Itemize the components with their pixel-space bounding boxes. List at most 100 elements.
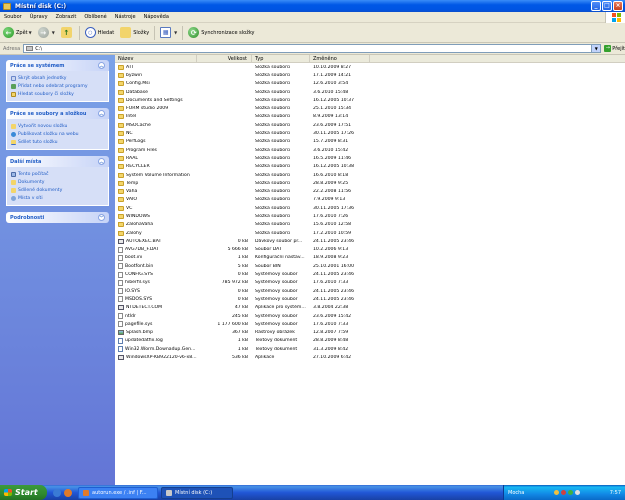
up-button[interactable]: ↑ bbox=[58, 25, 77, 41]
file-name-cell[interactable]: hiberfil.sys bbox=[115, 279, 197, 286]
file-row[interactable]: Win32.Worm.Downadup.Gen... 1 kB Textový do… bbox=[115, 345, 625, 353]
file-name-cell[interactable]: Intel bbox=[115, 114, 197, 120]
chevron-down-icon[interactable]: ▼ bbox=[29, 30, 32, 35]
file-row[interactable]: hiberfil.sys 785 972 kB Systémový soubor 17… bbox=[115, 279, 625, 287]
go-button[interactable]: → Přejít bbox=[604, 45, 625, 52]
file-row[interactable]: VC Složka souborů 30.11.2005 17:36 bbox=[115, 204, 625, 212]
file-row[interactable]: AUTOEXEC.BAT 0 kB Dávkový soubor pr... 24.1… bbox=[115, 237, 625, 245]
clock[interactable]: 7:57 bbox=[610, 490, 621, 496]
file-row[interactable]: Vaha Složka souborů 22.2.2008 11:56 bbox=[115, 187, 625, 195]
file-name-cell[interactable]: ntldr bbox=[115, 313, 197, 320]
file-name-cell[interactable]: Bootfont.bin bbox=[115, 263, 197, 270]
chevron-down-icon[interactable]: ▼ bbox=[52, 30, 55, 35]
close-button[interactable]: × bbox=[613, 1, 623, 11]
chevron-down-icon[interactable]: ▼ bbox=[174, 30, 177, 35]
column-size[interactable]: Velikost bbox=[197, 55, 252, 62]
place-my-computer[interactable]: Tento počítač bbox=[11, 170, 104, 178]
file-name-cell[interactable]: ATI bbox=[115, 64, 197, 70]
file-name-cell[interactable]: pagefile.sys bbox=[115, 321, 197, 328]
title-bar[interactable]: Místní disk (C:) _ □ × bbox=[0, 0, 625, 12]
file-row[interactable]: ZalohaVaha Složka souborů 15.6.2010 12:58 bbox=[115, 221, 625, 229]
search-button[interactable]: ○ Hledat bbox=[82, 25, 117, 41]
folders-button[interactable]: Složky bbox=[117, 25, 152, 41]
file-row[interactable]: Temp Složka souborů 28.8.2009 9:25 bbox=[115, 179, 625, 187]
file-row[interactable]: pagefile.sys 1 177 600 kB Systémový soubor… bbox=[115, 320, 625, 328]
menu-view[interactable]: Zobrazit bbox=[52, 14, 81, 20]
views-button[interactable]: ▦ ▼ bbox=[157, 25, 180, 41]
file-row[interactable]: CONFIG.SYS 0 kB Systémový soubor 24.11.2005… bbox=[115, 270, 625, 278]
collapse-chevron-icon[interactable]: ︽ bbox=[98, 62, 105, 69]
start-button[interactable]: Start bbox=[0, 485, 47, 500]
panel-header[interactable]: Práce se systémem ︽ bbox=[6, 60, 109, 71]
file-row[interactable]: NTDETECT.COM 47 kB Aplikace pro systém... 3… bbox=[115, 304, 625, 312]
address-input[interactable]: C:\ ▼ bbox=[23, 44, 602, 53]
file-name-cell[interactable]: MSOCache bbox=[115, 122, 197, 128]
file-name-cell[interactable]: RAAL bbox=[115, 155, 197, 161]
file-row[interactable]: ntldr 245 kB Systémový soubor 23.6.2009 15:… bbox=[115, 312, 625, 320]
file-name-cell[interactable]: Documents and Settings bbox=[115, 97, 197, 103]
place-shared-documents[interactable]: Sdílené dokumenty bbox=[11, 186, 104, 194]
expand-chevron-icon[interactable]: ︾ bbox=[98, 214, 105, 221]
file-row[interactable]: Program Files Složka souborů 3.6.2010 15:4… bbox=[115, 146, 625, 154]
file-row[interactable]: PerfLogs Složka souborů 15.7.2009 8:31 bbox=[115, 138, 625, 146]
column-type[interactable]: Typ bbox=[252, 55, 310, 62]
file-row[interactable]: Bootfont.bin 5 kB Soubor BIN 25.10.2001 16:… bbox=[115, 262, 625, 270]
file-row[interactable]: WINDOWS Složka souborů 17.6.2010 7:26 bbox=[115, 212, 625, 220]
task-share-folder[interactable]: Sdílet tuto složku bbox=[11, 138, 104, 146]
file-row[interactable]: ATI Složka souborů 10.10.2009 8:27 bbox=[115, 63, 625, 71]
taskbar-task-local-disk[interactable]: Místní disk (C:) bbox=[161, 486, 233, 499]
address-dropdown-button[interactable]: ▼ bbox=[591, 45, 601, 52]
file-name-cell[interactable]: Win32.Worm.Downadup.Gen... bbox=[115, 346, 197, 353]
file-name-cell[interactable]: Program Files bbox=[115, 147, 197, 153]
file-name-cell[interactable]: AVG7DB_F.DAT bbox=[115, 246, 197, 253]
task-new-folder[interactable]: Vytvořit novou složku bbox=[11, 122, 104, 130]
file-name-cell[interactable]: VAIO bbox=[115, 197, 197, 203]
file-row[interactable]: FORM studio 2009 Složka souborů 25.1.2010 … bbox=[115, 104, 625, 112]
tray-icon[interactable] bbox=[554, 490, 560, 495]
file-name-cell[interactable]: boot.ini bbox=[115, 254, 197, 261]
file-name-cell[interactable]: Config.Msi bbox=[115, 81, 197, 87]
file-row[interactable]: updatedatfix.log 1 kB Textový dokument 28.8… bbox=[115, 337, 625, 345]
file-name-cell[interactable]: IO.SYS bbox=[115, 288, 197, 295]
file-row[interactable]: AVG7DB_F.DAT 5 666 kB Soubor DAT 10.2.2006 … bbox=[115, 246, 625, 254]
file-name-cell[interactable]: ZalohaVaha bbox=[115, 222, 197, 228]
collapse-chevron-icon[interactable]: ︽ bbox=[98, 110, 105, 117]
file-name-cell[interactable]: NTDETECT.COM bbox=[115, 305, 197, 311]
file-name-cell[interactable]: byzwin bbox=[115, 72, 197, 78]
file-row[interactable]: System Volume Information Složka souborů 1… bbox=[115, 171, 625, 179]
tray-icon[interactable] bbox=[568, 490, 574, 495]
collapse-chevron-icon[interactable]: ︽ bbox=[98, 158, 105, 165]
file-row[interactable]: RAAL Složka souborů 16.5.2009 11:46 bbox=[115, 154, 625, 162]
tray-icon[interactable] bbox=[561, 490, 567, 495]
file-name-cell[interactable]: AUTOEXEC.BAT bbox=[115, 238, 197, 244]
menu-help[interactable]: Nápověda bbox=[140, 14, 173, 20]
forward-button[interactable]: → ▼ bbox=[35, 25, 58, 41]
file-name-cell[interactable]: WindowsXP-KB922120-v6-x8... bbox=[115, 355, 197, 361]
panel-header[interactable]: Další místa ︽ bbox=[6, 156, 109, 167]
menu-tools[interactable]: Nástroje bbox=[111, 14, 140, 20]
file-row[interactable]: Documents and Settings Složka souborů 16.1… bbox=[115, 96, 625, 104]
file-row[interactable]: IO.SYS 0 kB Systémový soubor 24.11.2005 23:… bbox=[115, 287, 625, 295]
file-name-cell[interactable]: System Volume Information bbox=[115, 172, 197, 178]
file-row[interactable]: NC Složka souborů 30.11.2005 17:26 bbox=[115, 129, 625, 137]
file-name-cell[interactable]: RECYCLER bbox=[115, 164, 197, 170]
taskbar-task-autorun[interactable]: autorun.exe / .inf | F... bbox=[78, 486, 158, 499]
file-row[interactable]: Zalohy Složka souborů 17.2.2010 10:59 bbox=[115, 229, 625, 237]
volume-icon[interactable] bbox=[575, 490, 581, 495]
file-name-cell[interactable]: Database bbox=[115, 89, 197, 95]
file-name-cell[interactable]: Temp bbox=[115, 180, 197, 186]
file-row[interactable]: Config.Msi Složka souborů 12.6.2010 3:54 bbox=[115, 80, 625, 88]
task-add-remove-programs[interactable]: Přidat nebo odebrat programy bbox=[11, 82, 104, 90]
task-search-files[interactable]: Hledat soubory či složky bbox=[11, 90, 104, 98]
file-name-cell[interactable]: updatedatfix.log bbox=[115, 337, 197, 344]
file-name-cell[interactable]: MSDOS.SYS bbox=[115, 296, 197, 303]
firefox-icon[interactable] bbox=[64, 488, 72, 497]
file-name-cell[interactable]: WINDOWS bbox=[115, 213, 197, 219]
file-name-cell[interactable]: FORM studio 2009 bbox=[115, 106, 197, 112]
panel-header[interactable]: Práce se soubory a složkou ︽ bbox=[6, 108, 109, 119]
minimize-button[interactable]: _ bbox=[591, 1, 601, 11]
file-name-cell[interactable]: CONFIG.SYS bbox=[115, 271, 197, 278]
task-hide-drive-contents[interactable]: Skrýt obsah jednotky bbox=[11, 74, 104, 82]
ie-icon[interactable] bbox=[53, 488, 61, 497]
menu-favorites[interactable]: Oblíbené bbox=[80, 14, 110, 20]
